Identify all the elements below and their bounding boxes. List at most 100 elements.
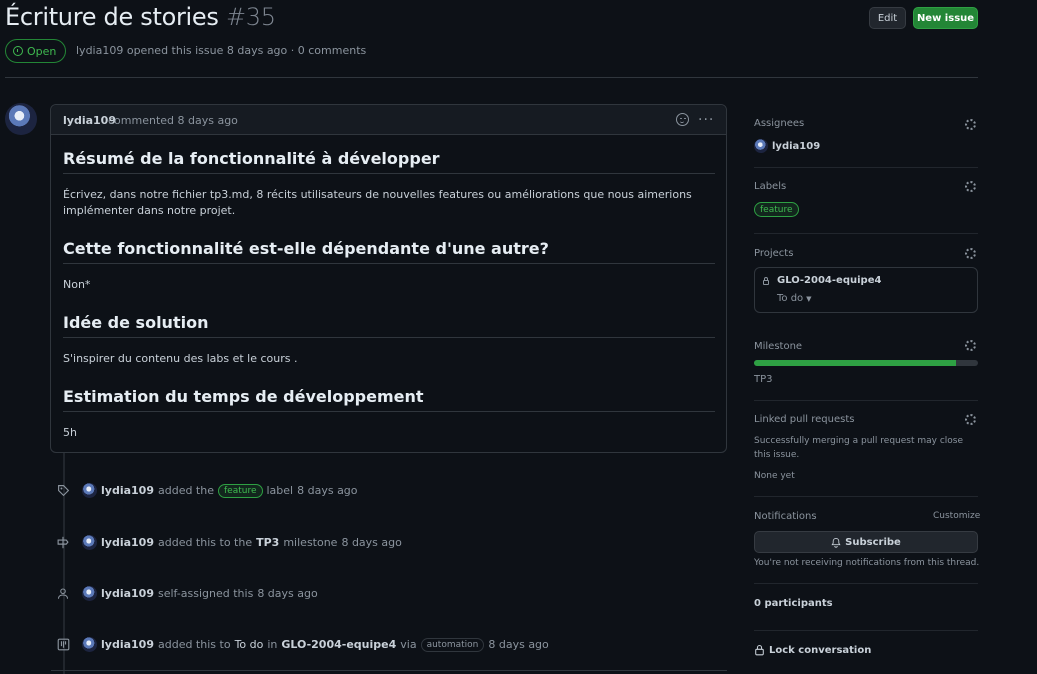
comment-heading: Idée de solution [63, 313, 209, 332]
chevron-down-icon: ▼ [806, 294, 812, 303]
smiley-icon[interactable] [676, 113, 689, 126]
lock-conversation-button[interactable]: Lock conversation [754, 644, 871, 656]
milestone-link[interactable]: TP3 [256, 536, 279, 549]
assignees-heading[interactable]: Assignees [754, 118, 804, 129]
linked-prs-value: None yet [754, 471, 795, 481]
gear-icon[interactable] [965, 414, 976, 425]
avatar [754, 139, 768, 153]
assignee-item[interactable]: lydia109 [754, 139, 820, 153]
milestone-icon [56, 536, 70, 552]
timeline-event: lydia109 self-assigned this 8 days ago [82, 586, 318, 601]
column-link[interactable]: To do [235, 638, 264, 651]
timeline-bottom-divider [51, 670, 727, 671]
avatar[interactable] [82, 535, 97, 550]
lock-conversation-label: Lock conversation [769, 644, 872, 656]
sidebar-divider [754, 496, 978, 497]
issue-title: Écriture de stories #35 [5, 3, 276, 31]
event-author[interactable]: lydia109 [101, 638, 154, 651]
event-text: added this to the [157, 536, 253, 549]
edit-button[interactable]: Edit [869, 7, 906, 29]
milestone-progress-fill [754, 360, 956, 366]
sidebar-divider [754, 233, 978, 234]
customize-link[interactable]: Customize [933, 511, 980, 521]
event-text: added the [157, 484, 214, 497]
project-link[interactable]: GLO-2004-equipe4 [281, 638, 396, 651]
avatar[interactable] [5, 103, 37, 135]
project-board-icon [57, 638, 70, 654]
event-time[interactable]: 8 days ago [341, 536, 401, 549]
project-name[interactable]: GLO-2004-equipe4 [777, 275, 881, 286]
avatar[interactable] [82, 586, 97, 601]
subscribe-label: Subscribe [845, 536, 901, 548]
issue-author-link[interactable]: lydia109 [76, 44, 123, 57]
lock-icon [755, 645, 764, 656]
event-text: in [267, 638, 278, 651]
event-text: self-assigned this [157, 587, 254, 600]
milestone-heading[interactable]: Milestone [754, 341, 802, 352]
labels-heading[interactable]: Labels [754, 181, 786, 192]
issue-meta: lydia109 opened this issue 8 days ago · … [76, 44, 366, 57]
tag-icon [57, 484, 70, 500]
gear-icon[interactable] [965, 340, 976, 351]
notifications-heading: Notifications [754, 511, 817, 522]
linked-prs-description: Successfully merging a pull request may … [754, 436, 964, 460]
projects-heading[interactable]: Projects [754, 248, 793, 259]
comment-heading: Estimation du temps de développement [63, 387, 424, 406]
event-time[interactable]: 8 days ago [297, 484, 357, 497]
project-status-dropdown[interactable]: To do ▼ [777, 293, 812, 304]
milestone-name[interactable]: TP3 [754, 374, 773, 385]
issue-number: #35 [225, 3, 276, 31]
event-text: milestone [283, 536, 338, 549]
notifications-note: You're not receiving notifications from … [754, 558, 980, 568]
issue-meta-text: opened this issue 8 days ago · 0 comment… [126, 44, 367, 57]
comment-paragraph: S'inspirer du contenu des labs et le cou… [63, 352, 298, 365]
event-author[interactable]: lydia109 [101, 536, 154, 549]
linked-prs-heading[interactable]: Linked pull requests [754, 414, 854, 425]
avatar[interactable] [82, 637, 97, 652]
feature-label[interactable]: feature [218, 483, 263, 498]
comment-paragraph: Écrivez, dans notre fichier tp3.md, 8 ré… [63, 188, 692, 217]
timeline-event: lydia109 added this to To do in GLO-2004… [82, 637, 549, 652]
comment-paragraph: Non* [63, 278, 91, 291]
assignee-name: lydia109 [772, 140, 821, 152]
heading-divider [63, 263, 715, 264]
issue-title-text: Écriture de stories [5, 3, 219, 31]
milestone-progress [754, 360, 978, 366]
automation-badge: automation [420, 637, 485, 652]
new-issue-button[interactable]: New issue [913, 7, 978, 29]
sidebar-label-wrap: feature [754, 202, 799, 217]
comment-heading: Résumé de la fonctionnalité à développer [63, 149, 440, 168]
event-text: added this to [157, 638, 231, 651]
timeline-event: lydia109 added the feature label 8 days … [82, 483, 358, 498]
event-text: label [266, 484, 294, 497]
status-badge: Open [5, 39, 67, 63]
feature-label[interactable]: feature [754, 202, 799, 217]
heading-divider [63, 337, 715, 338]
event-text: via [400, 638, 417, 651]
timeline-event: lydia109 added this to the TP3 milestone… [82, 535, 402, 550]
heading-divider [63, 173, 715, 174]
avatar[interactable] [82, 483, 97, 498]
event-author[interactable]: lydia109 [101, 484, 154, 497]
heading-divider [63, 411, 715, 412]
event-time[interactable]: 8 days ago [488, 638, 548, 651]
sidebar-divider [754, 583, 978, 584]
gear-icon[interactable] [965, 119, 976, 130]
person-icon [57, 587, 69, 603]
event-author[interactable]: lydia109 [101, 587, 154, 600]
comment-heading: Cette fonctionnalité est-elle dépendante… [63, 239, 549, 258]
project-card [754, 267, 978, 313]
participants-count: 0 participants [754, 598, 833, 609]
more-options-icon[interactable]: ··· [698, 112, 714, 128]
gear-icon[interactable] [965, 181, 976, 192]
event-time[interactable]: 8 days ago [257, 587, 317, 600]
issue-open-icon [13, 46, 23, 56]
gear-icon[interactable] [965, 248, 976, 259]
comment-date[interactable]: commented 8 days ago [108, 114, 238, 127]
subscribe-button[interactable]: Subscribe [754, 531, 978, 553]
status-label: Open [27, 44, 57, 58]
bell-icon [831, 537, 841, 548]
sidebar-divider [754, 167, 978, 168]
project-status: To do [777, 293, 804, 304]
lock-icon [763, 277, 769, 285]
